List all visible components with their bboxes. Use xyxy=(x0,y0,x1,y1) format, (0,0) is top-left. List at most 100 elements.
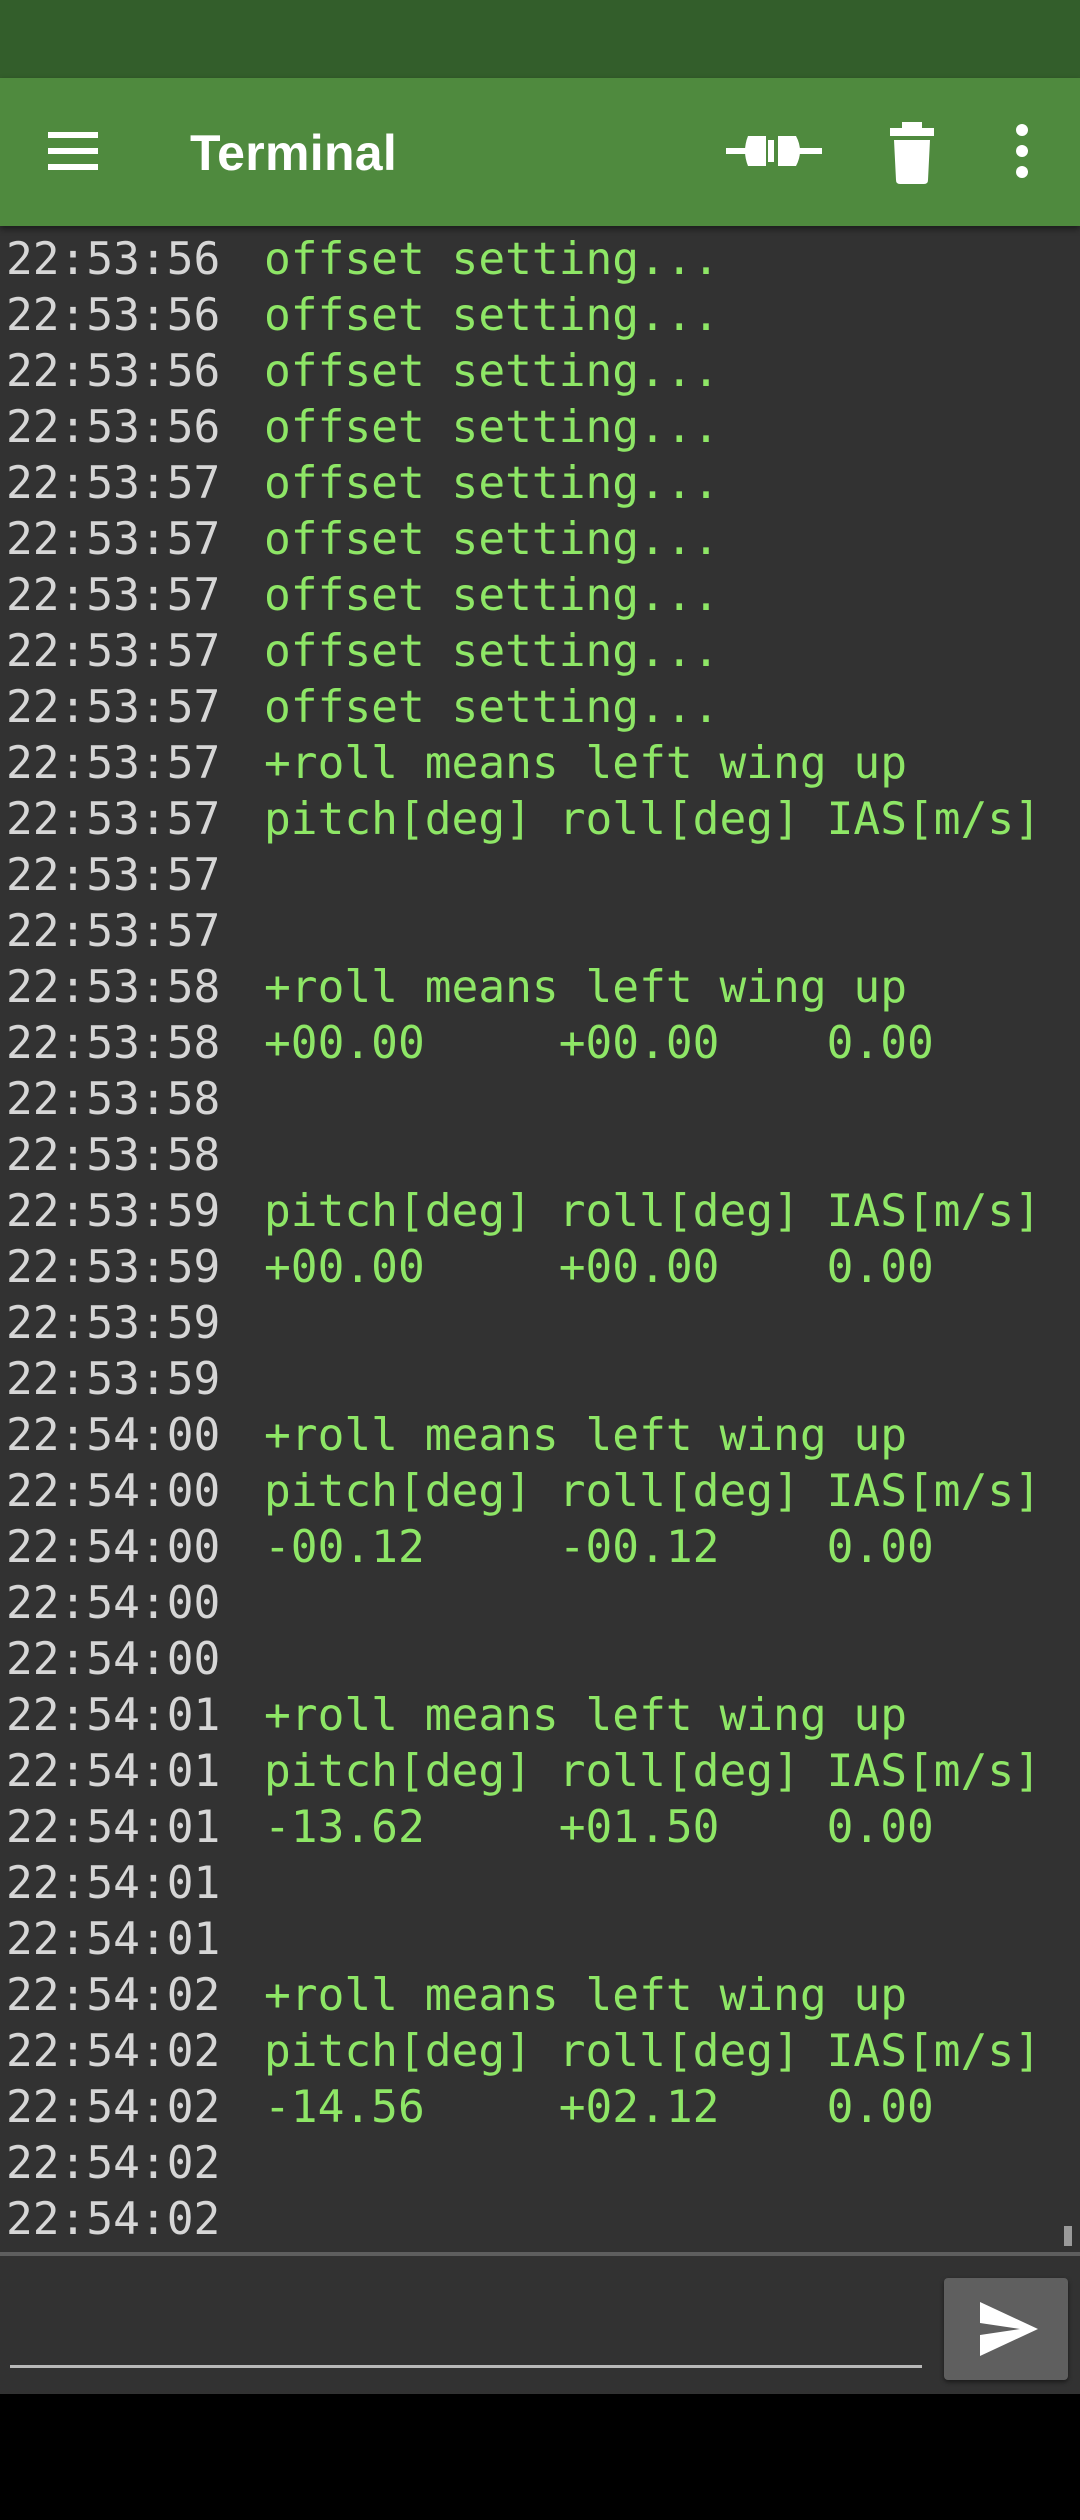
line-timestamp: 22:54:01 xyxy=(6,1690,221,1741)
menu-button[interactable] xyxy=(40,118,106,184)
delete-button[interactable] xyxy=(882,114,942,188)
terminal-line: 22:54:00 pitch[deg] roll[deg] IAS[m/s] xyxy=(0,1464,1080,1520)
terminal-line: 22:54:01 xyxy=(0,1912,1080,1968)
line-message: +roll means left wing up xyxy=(264,962,907,1013)
line-message: offset setting... xyxy=(264,682,720,733)
navigation-bar-area xyxy=(0,2394,1080,2520)
line-timestamp: 22:54:01 xyxy=(6,1746,221,1797)
line-message: +roll means left wing up xyxy=(264,1410,907,1461)
line-message: pitch[deg] roll[deg] IAS[m/s] xyxy=(264,794,1041,845)
terminal-line: 22:53:57 pitch[deg] roll[deg] IAS[m/s] xyxy=(0,792,1080,848)
line-timestamp: 22:53:57 xyxy=(6,850,221,901)
line-timestamp: 22:53:56 xyxy=(6,234,221,285)
terminal-line: 22:53:57 xyxy=(0,848,1080,904)
line-message: offset setting... xyxy=(264,290,720,341)
send-button[interactable] xyxy=(944,2278,1068,2380)
line-timestamp: 22:53:57 xyxy=(6,458,221,509)
line-timestamp: 22:53:57 xyxy=(6,794,221,845)
line-message: offset setting... xyxy=(264,402,720,453)
send-panel xyxy=(0,2252,1080,2394)
terminal-line: 22:53:59 xyxy=(0,1296,1080,1352)
send-icon xyxy=(980,2302,1038,2356)
line-message: offset setting... xyxy=(264,346,720,397)
line-timestamp: 22:53:58 xyxy=(6,1018,221,1069)
line-message: offset setting... xyxy=(264,514,720,565)
terminal-line: 22:53:57 xyxy=(0,904,1080,960)
terminal-line: 22:54:00 xyxy=(0,1632,1080,1688)
send-text-input[interactable] xyxy=(10,2276,922,2368)
status-bar xyxy=(0,0,1080,78)
connect-plug-icon xyxy=(726,136,822,166)
terminal-line: 22:53:58 +00.00 +00.00 0.00 xyxy=(0,1016,1080,1072)
line-timestamp: 22:53:59 xyxy=(6,1298,221,1349)
line-timestamp: 22:53:59 xyxy=(6,1186,221,1237)
terminal-line: 22:54:02 xyxy=(0,2192,1080,2248)
line-timestamp: 22:54:01 xyxy=(6,1914,221,1965)
line-message: pitch[deg] roll[deg] IAS[m/s] xyxy=(264,1466,1041,1517)
connect-button[interactable] xyxy=(726,118,822,184)
terminal-line: 22:53:57 offset setting... xyxy=(0,680,1080,736)
line-timestamp: 22:54:01 xyxy=(6,1858,221,1909)
terminal-line: 22:54:00 -00.12 -00.12 0.00 xyxy=(0,1520,1080,1576)
terminal-line: 22:53:56 offset setting... xyxy=(0,288,1080,344)
terminal-line: 22:53:57 offset setting... xyxy=(0,568,1080,624)
line-timestamp: 22:54:02 xyxy=(6,2082,221,2133)
line-timestamp: 22:53:58 xyxy=(6,1074,221,1125)
terminal-line: 22:53:56 offset setting... xyxy=(0,344,1080,400)
line-message: offset setting... xyxy=(264,626,720,677)
line-message: pitch[deg] roll[deg] IAS[m/s] xyxy=(264,2026,1041,2077)
line-message: +roll means left wing up xyxy=(264,1970,907,2021)
terminal-line: 22:53:58 xyxy=(0,1128,1080,1184)
terminal-line: 22:54:02 xyxy=(0,2136,1080,2192)
terminal-lines: 22:53:56 offset setting... 22:53:56 offset … xyxy=(0,226,1080,2252)
terminal-line: 22:53:57 +roll means left wing up xyxy=(0,736,1080,792)
line-message: +roll means left wing up xyxy=(264,1690,907,1741)
line-timestamp: 22:54:02 xyxy=(6,2138,221,2189)
line-message: +00.00 +00.00 0.00 xyxy=(264,1018,934,1069)
terminal-line: 22:54:00 xyxy=(0,1576,1080,1632)
line-timestamp: 22:53:57 xyxy=(6,682,221,733)
line-timestamp: 22:54:00 xyxy=(6,1466,221,1517)
line-timestamp: 22:54:00 xyxy=(6,1522,221,1573)
line-timestamp: 22:54:00 xyxy=(6,1634,221,1685)
terminal-line: 22:54:01 -13.62 +01.50 0.00 xyxy=(0,1800,1080,1856)
terminal-line: 22:53:57 offset setting... xyxy=(0,624,1080,680)
terminal-output[interactable]: 22:53:56 offset setting... 22:53:56 offset … xyxy=(0,226,1080,2252)
terminal-line: 22:54:02 pitch[deg] roll[deg] IAS[m/s] xyxy=(0,2024,1080,2080)
terminal-line: 22:53:59 xyxy=(0,1352,1080,1408)
line-timestamp: 22:54:00 xyxy=(6,1578,221,1629)
line-timestamp: 22:54:02 xyxy=(6,2194,221,2245)
line-timestamp: 22:53:57 xyxy=(6,906,221,957)
line-timestamp: 22:54:00 xyxy=(6,1410,221,1461)
terminal-line: 22:53:56 offset setting... xyxy=(0,232,1080,288)
scrollbar-thumb[interactable] xyxy=(1064,2226,1072,2246)
line-timestamp: 22:53:57 xyxy=(6,626,221,677)
app-title: Terminal xyxy=(190,125,398,181)
terminal-line: 22:54:02 -14.56 +02.12 0.00 xyxy=(0,2080,1080,2136)
line-timestamp: 22:53:58 xyxy=(6,1130,221,1181)
terminal-line: 22:54:02 +roll means left wing up xyxy=(0,1968,1080,2024)
line-message: -13.62 +01.50 0.00 xyxy=(264,1802,934,1853)
line-message: +00.00 +00.00 0.00 xyxy=(264,1242,934,1293)
line-timestamp: 22:54:01 xyxy=(6,1802,221,1853)
line-timestamp: 22:53:56 xyxy=(6,290,221,341)
terminal-line: 22:53:58 +roll means left wing up xyxy=(0,960,1080,1016)
line-timestamp: 22:53:57 xyxy=(6,570,221,621)
terminal-line: 22:54:01 +roll means left wing up xyxy=(0,1688,1080,1744)
line-timestamp: 22:54:02 xyxy=(6,2026,221,2077)
line-message: offset setting... xyxy=(264,458,720,509)
line-message: -00.12 -00.12 0.00 xyxy=(264,1522,934,1573)
overflow-menu-button[interactable] xyxy=(1004,114,1040,188)
line-message: offset setting... xyxy=(264,234,720,285)
app-bar: Terminal xyxy=(0,78,1080,226)
line-timestamp: 22:54:02 xyxy=(6,1970,221,2021)
terminal-line: 22:53:58 xyxy=(0,1072,1080,1128)
line-timestamp: 22:53:57 xyxy=(6,738,221,789)
terminal-line: 22:53:59 +00.00 +00.00 0.00 xyxy=(0,1240,1080,1296)
line-timestamp: 22:53:59 xyxy=(6,1354,221,1405)
more-vertical-icon xyxy=(1016,124,1028,178)
terminal-line: 22:54:01 xyxy=(0,1856,1080,1912)
terminal-line: 22:53:56 offset setting... xyxy=(0,400,1080,456)
terminal-line: 22:54:00 +roll means left wing up xyxy=(0,1408,1080,1464)
hamburger-menu-icon xyxy=(48,132,98,170)
